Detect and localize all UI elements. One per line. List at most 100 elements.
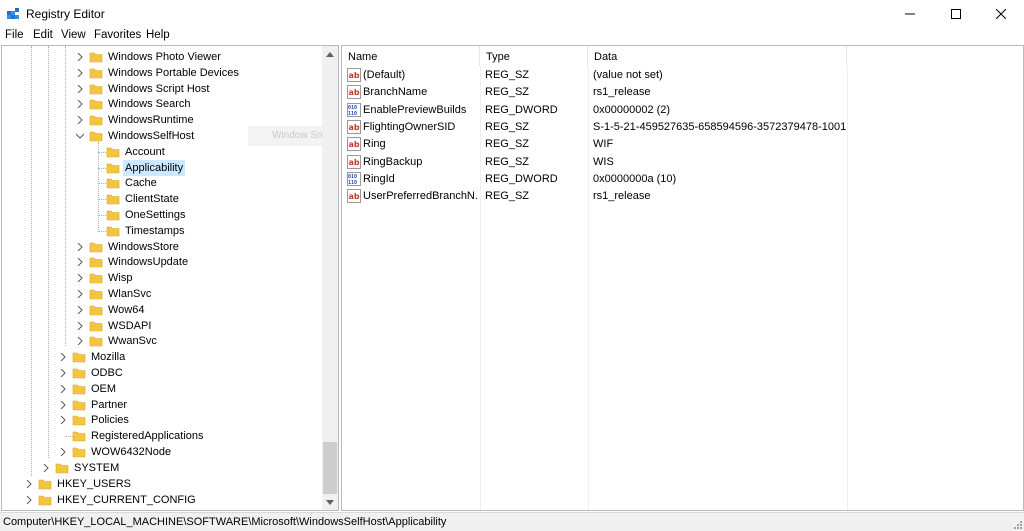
tree-node[interactable]: WOW6432Node: [58, 444, 173, 460]
tree-node-label[interactable]: WindowsUpdate: [106, 254, 190, 270]
tree-expander[interactable]: [58, 381, 68, 397]
tree-node[interactable]: Windows Portable Devices: [75, 65, 241, 81]
tree-node-label[interactable]: OEM: [89, 381, 118, 397]
tree-node[interactable]: OneSettings: [92, 207, 188, 223]
tree-node-label[interactable]: ODBC: [89, 365, 125, 381]
tree-node[interactable]: WindowsSelfHost: [75, 128, 196, 144]
tree-node[interactable]: HKEY_USERS: [24, 476, 133, 492]
chevron-right-icon[interactable]: [77, 322, 83, 330]
tree-expander[interactable]: [58, 349, 68, 365]
column-header-name[interactable]: Name: [342, 46, 480, 66]
chevron-right-icon[interactable]: [77, 337, 83, 345]
tree-node-label[interactable]: WindowsStore: [106, 239, 181, 255]
tree-node-label[interactable]: Policies: [89, 412, 131, 428]
tree-expander[interactable]: [75, 128, 85, 144]
tree-expander[interactable]: [24, 492, 34, 508]
value-row[interactable]: ab FlightingOwnerSID REG_SZ S-1-5-21-459527…: [342, 119, 1023, 136]
tree-node[interactable]: WSDAPI: [75, 318, 153, 334]
tree-expander[interactable]: [58, 397, 68, 413]
chevron-right-icon[interactable]: [77, 290, 83, 298]
tree-node-label[interactable]: Wisp: [106, 270, 134, 286]
tree-node[interactable]: Windows Script Host: [75, 81, 211, 97]
tree-expander[interactable]: [41, 460, 51, 476]
menu-help[interactable]: Help: [146, 29, 170, 41]
value-row[interactable]: ab UserPreferredBranchN... REG_SZ rs1_relea…: [342, 188, 1023, 205]
chevron-right-icon[interactable]: [60, 448, 66, 456]
tree-expander[interactable]: [75, 254, 85, 270]
tree-expander[interactable]: [75, 239, 85, 255]
tree-node-label[interactable]: WwanSvc: [106, 333, 159, 349]
tree-expander[interactable]: [58, 412, 68, 428]
tree-node[interactable]: WindowsStore: [75, 239, 181, 255]
chevron-right-icon[interactable]: [77, 100, 83, 108]
column-header-type[interactable]: Type: [480, 46, 588, 66]
chevron-right-icon[interactable]: [60, 369, 66, 377]
tree-node[interactable]: Policies: [58, 412, 131, 428]
chevron-right-icon[interactable]: [77, 53, 83, 61]
menu-view[interactable]: View: [61, 29, 86, 41]
chevron-right-icon[interactable]: [60, 401, 66, 409]
tree-node[interactable]: Windows Photo Viewer: [75, 49, 223, 65]
column-header-data[interactable]: Data: [588, 46, 847, 66]
tree-node-label[interactable]: WindowsSelfHost: [106, 128, 196, 144]
resize-grip-icon[interactable]: [1012, 519, 1022, 529]
chevron-right-icon[interactable]: [26, 496, 32, 504]
tree-expander[interactable]: [24, 476, 34, 492]
tree-node-label[interactable]: HKEY_CURRENT_CONFIG: [55, 492, 198, 508]
tree-node[interactable]: OEM: [58, 381, 118, 397]
tree-node[interactable]: SYSTEM: [41, 460, 121, 476]
maximize-button[interactable]: [933, 0, 979, 28]
tree-node[interactable]: WindowsRuntime: [75, 112, 196, 128]
tree-node-label[interactable]: Wow64: [106, 302, 146, 318]
tree-node-label[interactable]: Applicability: [123, 160, 186, 176]
minimize-button[interactable]: [887, 0, 933, 28]
chevron-right-icon[interactable]: [77, 85, 83, 93]
chevron-right-icon[interactable]: [77, 258, 83, 266]
tree-node[interactable]: Wisp: [75, 270, 134, 286]
tree-node[interactable]: WindowsUpdate: [75, 254, 190, 270]
chevron-down-icon[interactable]: [76, 133, 84, 139]
values-list[interactable]: Name Type Data ab (Default) REG_SZ (value n…: [341, 45, 1024, 511]
tree-node-label[interactable]: SYSTEM: [72, 460, 121, 476]
tree-node-label[interactable]: OneSettings: [123, 207, 188, 223]
chevron-right-icon[interactable]: [77, 69, 83, 77]
scroll-up-arrow-icon[interactable]: [322, 46, 338, 62]
value-row[interactable]: ab (Default) REG_SZ (value not set): [342, 67, 1023, 84]
tree-node-label[interactable]: WlanSvc: [106, 286, 153, 302]
tree-node[interactable]: WwanSvc: [75, 333, 159, 349]
tree-expander[interactable]: [75, 270, 85, 286]
tree-node[interactable]: WlanSvc: [75, 286, 153, 302]
chevron-right-icon[interactable]: [60, 416, 66, 424]
chevron-right-icon[interactable]: [60, 385, 66, 393]
value-row[interactable]: 010 110 EnablePreviewBuilds REG_DWORD 0x000…: [342, 102, 1023, 119]
tree-node[interactable]: Wow64: [75, 302, 146, 318]
scroll-down-arrow-icon[interactable]: [322, 494, 338, 510]
chevron-right-icon[interactable]: [77, 306, 83, 314]
chevron-right-icon[interactable]: [77, 243, 83, 251]
tree-node-label[interactable]: WSDAPI: [106, 318, 153, 334]
value-row[interactable]: ab Ring REG_SZ WIF: [342, 136, 1023, 153]
tree-expander[interactable]: [75, 318, 85, 334]
value-row[interactable]: ab BranchName REG_SZ rs1_release: [342, 84, 1023, 101]
tree-node-label[interactable]: Cache: [123, 175, 159, 191]
close-button[interactable]: [978, 0, 1024, 28]
tree-expander[interactable]: [75, 333, 85, 349]
tree-expander[interactable]: [75, 65, 85, 81]
tree-node-label[interactable]: HKEY_USERS: [55, 476, 133, 492]
value-row[interactable]: 010 110 RingId REG_DWORD 0x0000000a (10): [342, 171, 1023, 188]
tree-node-label[interactable]: Windows Script Host: [106, 81, 211, 97]
tree-node[interactable]: Windows Search: [75, 96, 193, 112]
tree-node-label[interactable]: Timestamps: [123, 223, 187, 239]
tree-node[interactable]: Timestamps: [92, 223, 187, 239]
menu-favorites[interactable]: Favorites: [94, 29, 141, 41]
tree-node[interactable]: RegisteredApplications: [58, 428, 206, 444]
tree-node-label[interactable]: Mozilla: [89, 349, 127, 365]
tree-expander[interactable]: [58, 365, 68, 381]
tree-node-label[interactable]: Partner: [89, 397, 129, 413]
tree-node-label[interactable]: Windows Portable Devices: [106, 65, 241, 81]
chevron-right-icon[interactable]: [60, 353, 66, 361]
tree-expander[interactable]: [75, 96, 85, 112]
chevron-right-icon[interactable]: [77, 274, 83, 282]
tree-expander[interactable]: [75, 81, 85, 97]
tree-expander[interactable]: [75, 302, 85, 318]
